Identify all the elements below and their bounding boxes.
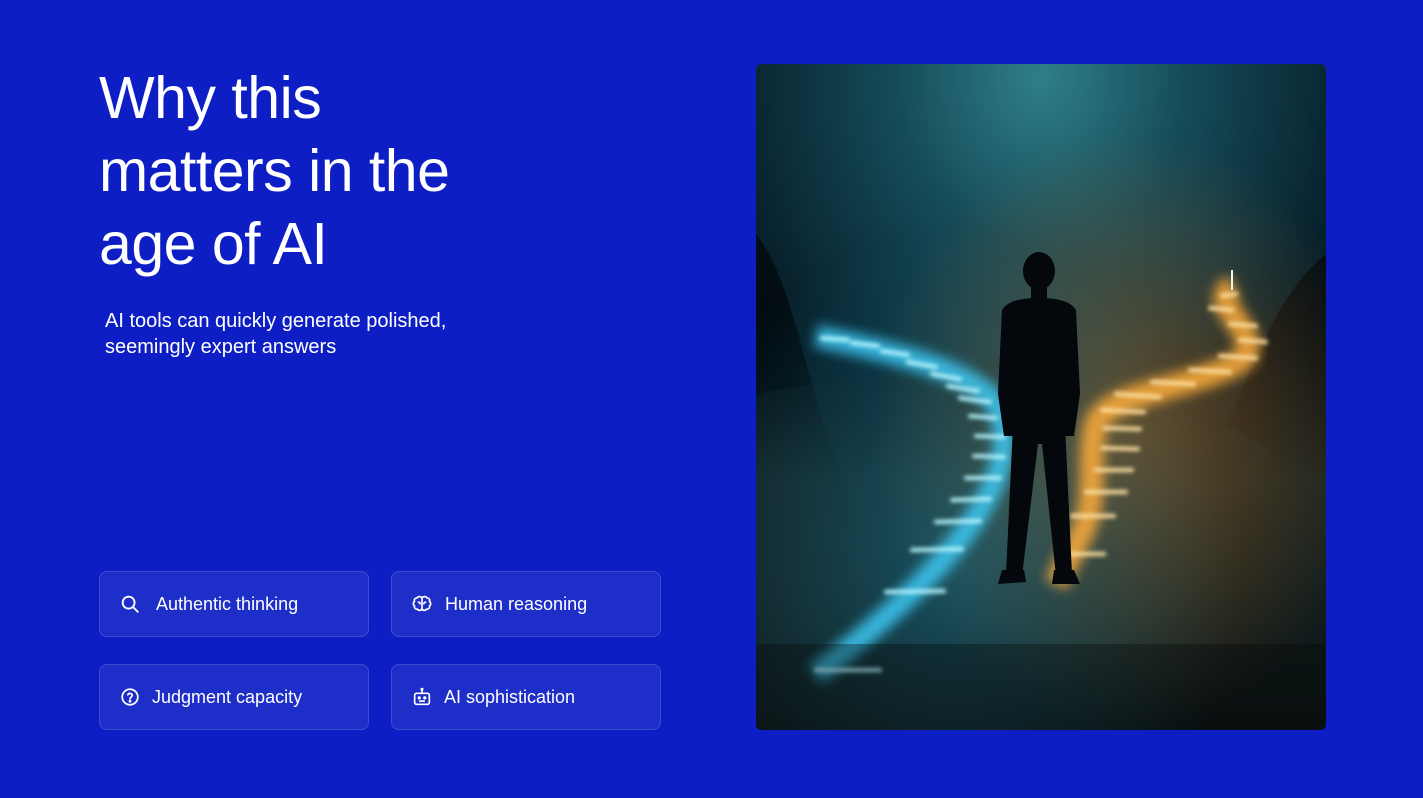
page-title: Why this matters in the age of AI: [99, 62, 559, 281]
question-circle-icon: [119, 686, 141, 708]
subtitle-line-1: AI tools can quickly generate polished,: [105, 310, 447, 332]
card-human-reasoning[interactable]: Human reasoning: [391, 571, 661, 637]
page-title-line-3: age of AI: [99, 211, 328, 277]
brain-icon: [411, 593, 433, 615]
hero-section: Why this matters in the age of AI AI too…: [0, 0, 1423, 798]
page-title-line-1: Why this: [99, 65, 322, 131]
card-authentic-thinking[interactable]: Authentic thinking: [99, 571, 369, 637]
card-judgment-capacity[interactable]: Judgment capacity: [99, 664, 369, 730]
subtitle-line-2: seemingly expert answers: [105, 336, 337, 358]
card-label: Judgment capacity: [152, 687, 303, 707]
card-ai-sophistication[interactable]: AI sophistication: [391, 664, 661, 730]
card-label: AI sophistication: [444, 687, 576, 707]
search-icon: [119, 593, 141, 615]
subtitle: AI tools can quickly generate polished, …: [105, 308, 525, 360]
card-label: Human reasoning: [445, 594, 588, 614]
card-label: Authentic thinking: [156, 594, 299, 614]
robot-icon: [411, 686, 433, 708]
hero-image: [756, 64, 1326, 730]
page-title-line-2: matters in the: [99, 138, 450, 204]
